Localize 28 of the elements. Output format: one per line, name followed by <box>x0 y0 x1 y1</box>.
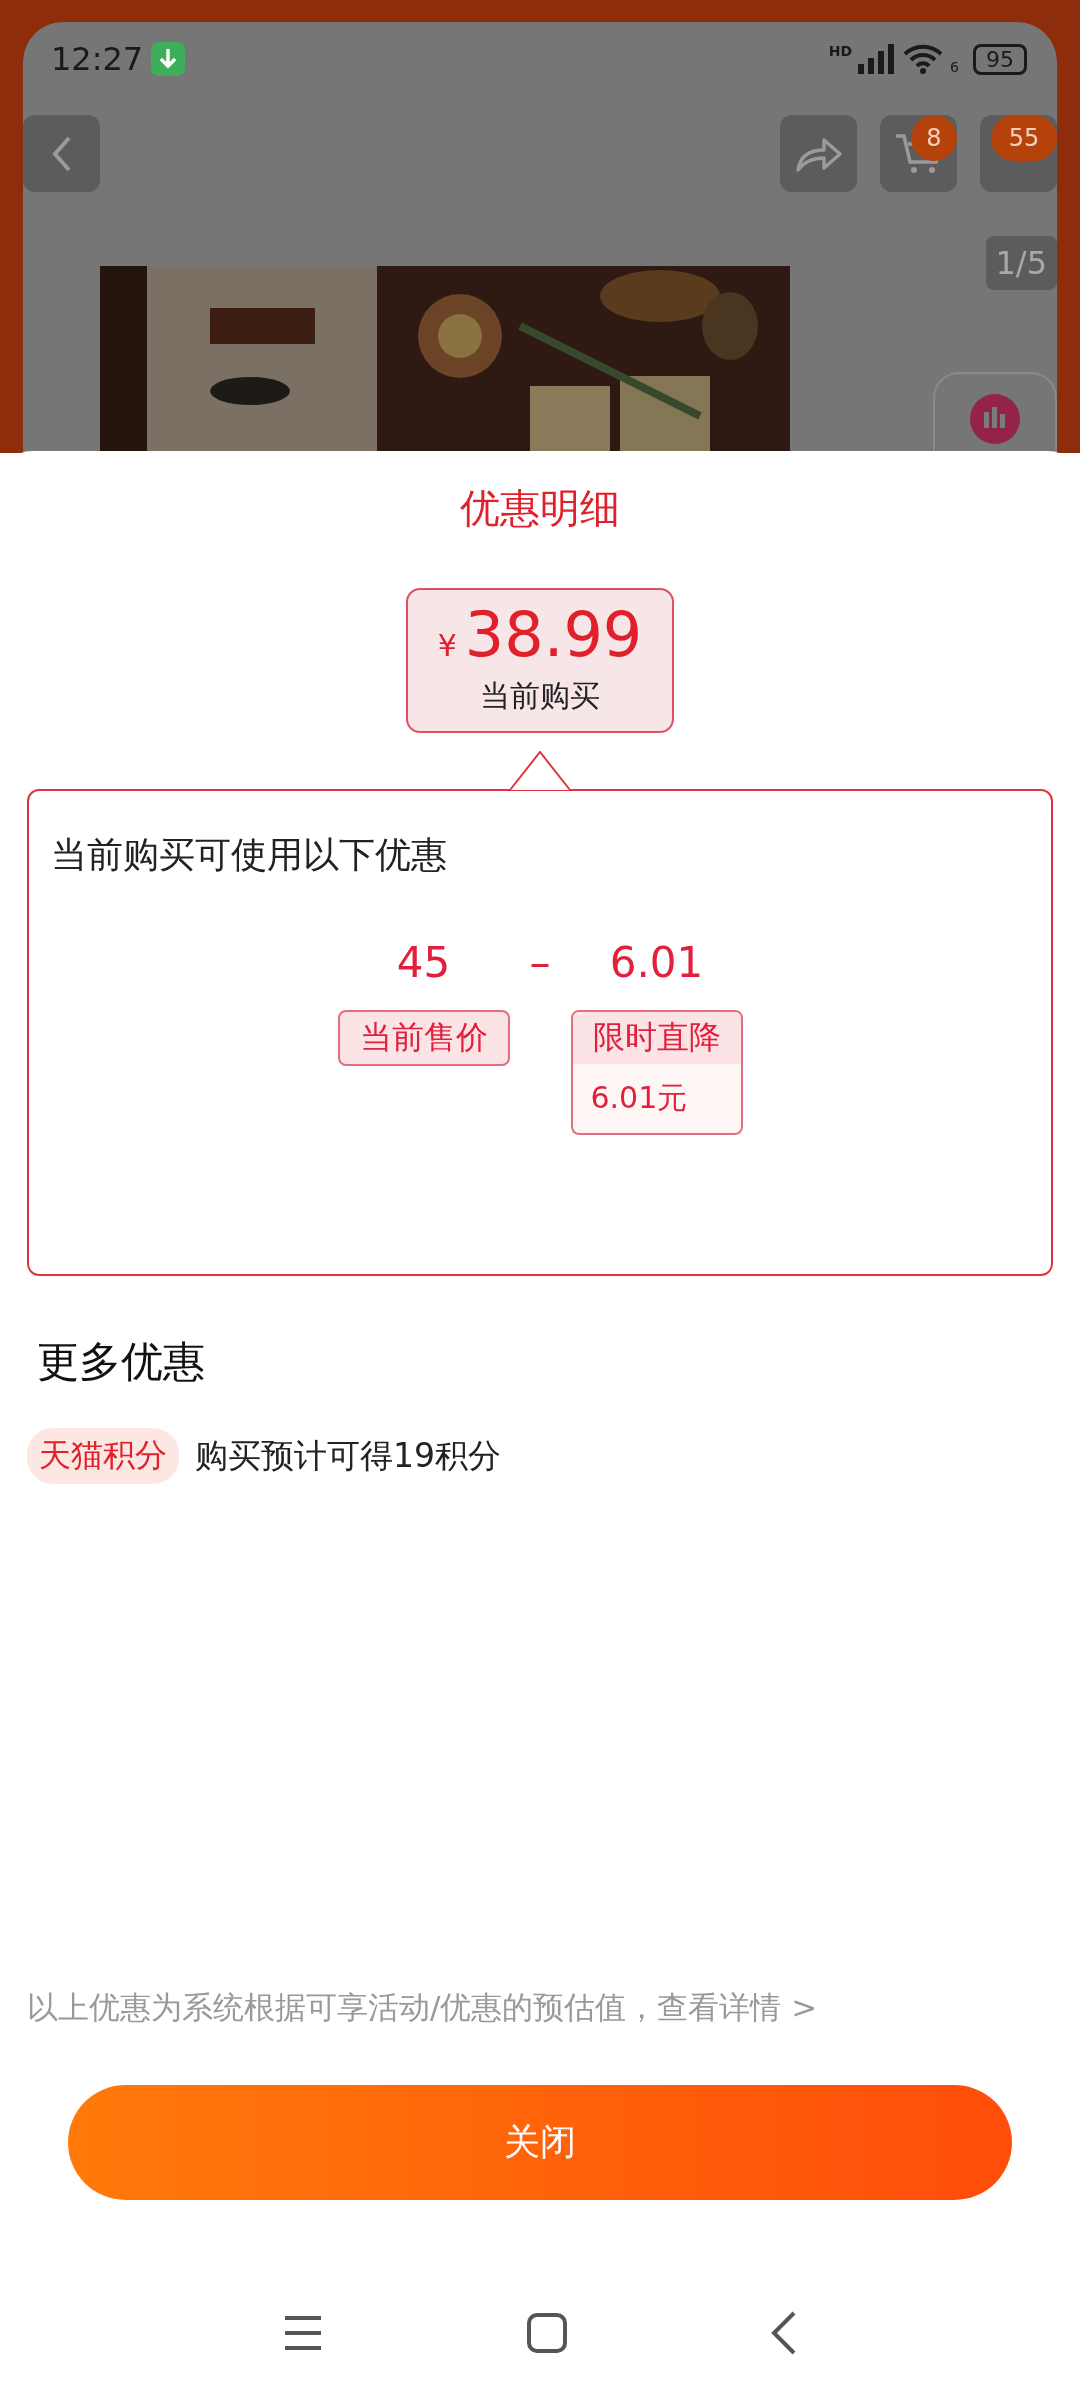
image-counter: 1/5 <box>985 236 1057 290</box>
currency-symbol: ¥ <box>437 628 457 663</box>
wifi-label: 6 <box>950 59 959 75</box>
discount-amount: 6.01 <box>609 938 704 989</box>
home-icon[interactable] <box>527 2313 567 2353</box>
status-time: 12:27 <box>51 40 144 78</box>
footnote-text: 以上优惠为系统根据可享活动/优惠的预估值，查看详情 > <box>27 1988 819 2027</box>
close-button[interactable]: 关闭 <box>68 2085 1012 2200</box>
signal-icon <box>858 44 897 74</box>
signal-label: HD <box>828 43 853 59</box>
offer-text: 购买预计可得19积分 <box>195 1434 501 1477</box>
offer-tag: 天猫积分 <box>27 1428 179 1484</box>
current-price: 38.99 <box>464 604 643 666</box>
price-tag: 当前售价 <box>337 1010 510 1067</box>
price-label: 当前购买 <box>480 677 600 715</box>
chart-bars-icon <box>970 394 1020 444</box>
download-icon <box>151 42 186 76</box>
minus-sign: – <box>529 938 551 989</box>
discount-detail: 6.01元 <box>589 1079 689 1118</box>
battery-indicator: 95 <box>973 43 1027 75</box>
menu-icon[interactable] <box>283 2315 323 2351</box>
sale-price: 45 <box>396 938 451 989</box>
breakdown-heading: 当前购买可使用以下优惠 <box>51 833 448 877</box>
wifi-icon <box>902 43 945 75</box>
sheet-title: 优惠明细 <box>460 484 620 533</box>
more-offers-heading: 更多优惠 <box>37 1336 206 1388</box>
back-icon[interactable] <box>771 2311 797 2355</box>
discount-tag: 限时直降 <box>572 1012 741 1065</box>
